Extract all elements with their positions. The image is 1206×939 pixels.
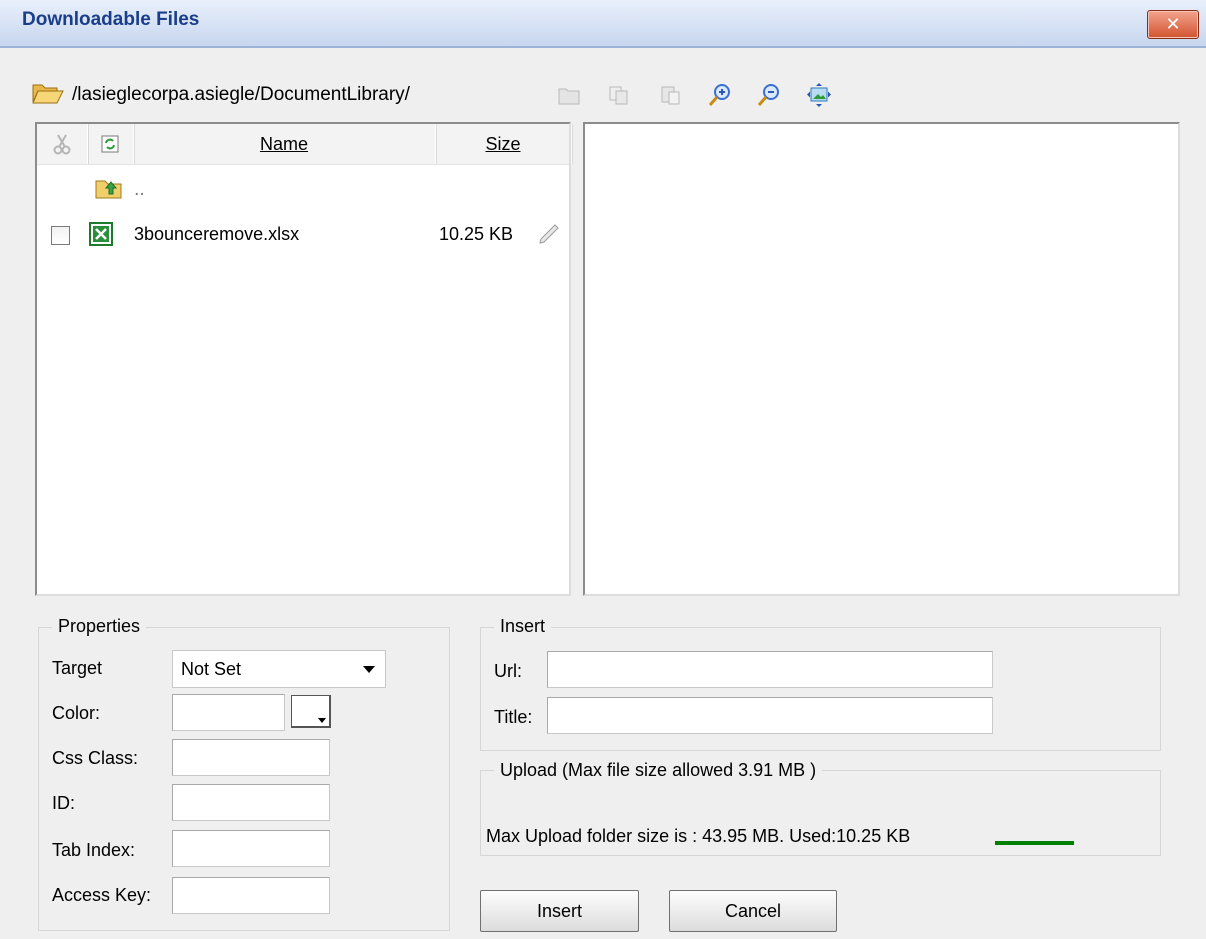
parent-folder-icon (95, 176, 123, 205)
new-folder-icon[interactable] (556, 82, 582, 108)
open-folder-icon (32, 81, 64, 110)
column-header-size[interactable]: Size (435, 124, 572, 164)
cut-icon[interactable] (37, 124, 88, 164)
close-icon: ✕ (1165, 14, 1181, 35)
current-path: /lasieglecorpa.asiegle/DocumentLibrary/ (72, 84, 410, 105)
url-input[interactable] (547, 651, 993, 688)
title-label: Title: (494, 707, 533, 727)
tab-index-input[interactable] (172, 830, 330, 867)
parent-folder-row[interactable]: .. (37, 172, 569, 208)
css-class-label: Css Class: (52, 748, 139, 768)
file-name[interactable]: 3bounceremove.xlsx (134, 224, 299, 245)
color-input[interactable] (172, 694, 285, 731)
id-label: ID: (52, 793, 76, 813)
access-key-label: Access Key: (52, 885, 152, 905)
rename-icon[interactable] (537, 222, 563, 251)
zoom-in-icon[interactable] (707, 82, 733, 108)
excel-file-icon (89, 222, 113, 251)
dropdown-arrow-icon (318, 718, 326, 723)
css-class-input[interactable] (172, 739, 330, 776)
parent-folder-label: .. (134, 180, 145, 200)
file-checkbox[interactable] (51, 226, 70, 245)
copy-icon[interactable] (606, 82, 632, 108)
title-input[interactable] (547, 697, 993, 734)
column-header-name[interactable]: Name (133, 124, 436, 164)
file-list-header: Name Size (37, 124, 572, 165)
upload-usage-bar (995, 841, 1074, 845)
color-label: Color: (52, 703, 101, 723)
target-value: Not Set (181, 658, 242, 679)
insert-legend: Insert (494, 616, 552, 637)
table-row[interactable]: 3bounceremove.xlsx 10.25 KB (37, 218, 569, 254)
close-button[interactable]: ✕ (1147, 10, 1199, 39)
target-select[interactable]: Not Set (172, 650, 386, 688)
access-key-input[interactable] (172, 877, 330, 914)
upload-legend: Upload (Max file size allowed 3.91 MB ) (494, 760, 823, 781)
file-list-panel: Name Size .. 3bounceremove.xlsx 10.25 KB (35, 122, 572, 596)
zoom-out-icon[interactable] (756, 82, 782, 108)
fit-image-icon[interactable] (806, 82, 832, 108)
target-label: Target (52, 658, 103, 678)
url-label: Url: (494, 661, 522, 681)
cancel-button[interactable]: Cancel (669, 890, 837, 932)
size-column-label: Size (485, 133, 521, 154)
color-picker-button[interactable] (291, 695, 331, 728)
name-column-label: Name (259, 133, 308, 154)
file-size: 10.25 KB (439, 224, 514, 244)
insert-button[interactable]: Insert (480, 890, 639, 932)
preview-panel (583, 122, 1180, 596)
refresh-icon[interactable] (87, 124, 134, 164)
upload-status-text: Max Upload folder size is : 43.95 MB. Us… (486, 826, 911, 846)
tab-index-label: Tab Index: (52, 840, 136, 860)
paste-icon[interactable] (658, 82, 684, 108)
breadcrumb: /lasieglecorpa.asiegle/DocumentLibrary/ (32, 80, 410, 110)
id-input[interactable] (172, 784, 330, 821)
window-title: Downloadable Files (22, 9, 200, 30)
properties-legend: Properties (52, 616, 147, 637)
chevron-down-icon (363, 666, 375, 673)
